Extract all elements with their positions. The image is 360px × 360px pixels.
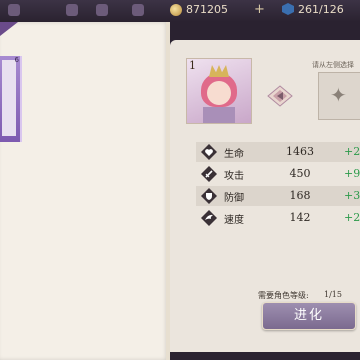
star-icon: ✦ [330,83,347,107]
stat-gain: +28 [344,211,360,224]
shield-icon [201,188,217,204]
sword-icon [201,166,217,182]
stat-row-hp: 生命 1463 +29 [196,142,360,162]
stat-row-speed: 速度 142 +28 [196,208,360,228]
evolve-target-slot[interactable]: ✦ [318,72,360,120]
character-card[interactable]: 6 [0,56,22,142]
stat-name: 速度 [224,215,244,226]
character-card-art [2,60,16,136]
stat-gain: +29 [344,145,360,158]
heart-icon [201,144,217,160]
spiral-icon[interactable] [66,4,78,16]
evolve-target-hint: 请从左侧选择 [312,61,354,69]
stat-value: 142 [289,211,311,224]
portrait-dress [203,107,235,123]
stat-name: 防御 [224,193,244,204]
stat-value: 1463 [286,145,314,158]
evolve-button[interactable]: 进化 [262,302,356,330]
gold-coin-icon [170,4,182,16]
requirement-value: 1/15 [324,290,342,299]
stat-row-defense: 防御 168 +34 [196,186,360,206]
bookmark-icon[interactable] [96,4,108,16]
stat-value: 450 [289,167,311,180]
top-resource-bar: 871205 + 261/126 [0,0,360,22]
gold-amount: 871205 [186,3,228,16]
requirement-label: 需要角色等级: [258,291,309,300]
character-level: 1 [189,59,196,72]
portrait-crown [209,65,229,77]
stat-gain: +34 [344,189,360,202]
portrait-face [207,81,231,105]
stat-name: 生命 [224,149,244,160]
stamina-gem-icon [282,3,294,15]
character-portrait[interactable]: 1 [186,58,252,124]
stat-gain: +90 [344,167,360,180]
character-list-panel [0,22,168,360]
add-gold-button[interactable]: + [254,2,265,17]
evolve-arrow-icon [267,85,293,107]
character-card-number: 6 [14,56,19,64]
wing-icon [201,210,217,226]
bag-icon[interactable] [132,4,144,16]
stat-name: 攻击 [224,171,244,182]
stamina-amount: 261/126 [298,3,344,16]
stat-value: 168 [289,189,311,202]
stat-row-attack: 攻击 450 +90 [196,164,360,184]
menu-icon[interactable] [8,4,20,16]
